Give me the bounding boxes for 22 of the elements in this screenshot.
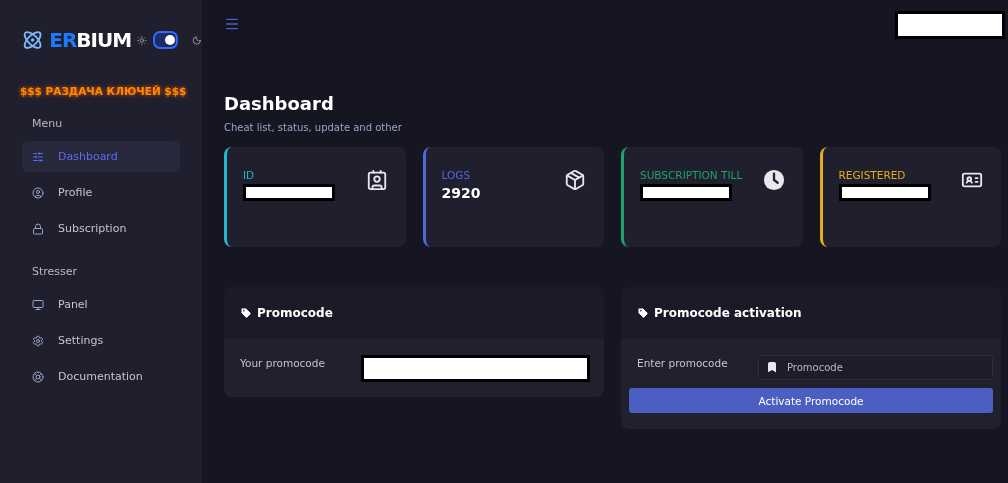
page-title: Dashboard — [224, 93, 335, 114]
sidebar-heading: Menu — [31, 115, 64, 132]
sidebar-item[interactable]: Settings — [22, 325, 180, 356]
stat-label: SUBSCRIPTION TILL — [640, 169, 743, 181]
field-label: Your promocode — [240, 356, 326, 369]
stat-label: LOGS — [441, 169, 472, 181]
activate-button[interactable]: Activate Promocode — [629, 388, 993, 413]
sidebar-item[interactable]: Documentation — [22, 361, 180, 392]
sidebar-item[interactable]: Profile — [22, 177, 180, 208]
field-label: Enter promocode — [636, 356, 729, 369]
panel-title: Promocode — [257, 306, 333, 320]
stat-label: ID — [243, 169, 256, 181]
sidebar-item[interactable]: Subscription — [22, 213, 180, 244]
stat-label: REGISTERED — [838, 169, 907, 181]
promo-banner[interactable]: $$$ РАЗДАЧА КЛЮЧЕЙ $$$ — [20, 85, 202, 97]
sidebar-heading: Stresser — [31, 263, 79, 280]
sidebar-item[interactable]: Panel — [22, 289, 180, 320]
page-subtitle: Cheat list, status, update and other — [224, 122, 403, 133]
panel-title: Promocode activation — [654, 306, 802, 320]
promocode-input[interactable]: Promocode — [758, 355, 993, 380]
logo-text: ERBIUM — [49, 28, 132, 52]
stat-value: 2920 — [441, 185, 481, 201]
